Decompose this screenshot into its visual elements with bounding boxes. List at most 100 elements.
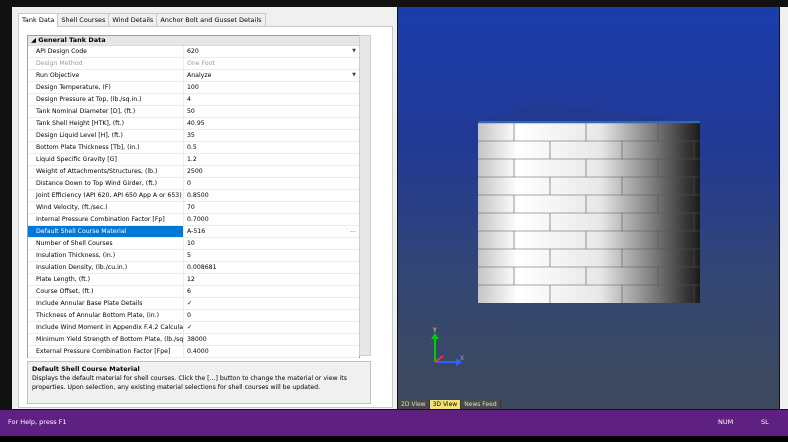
property-value[interactable]: One Foot: [185, 58, 359, 69]
property-value[interactable]: 0: [185, 310, 359, 321]
tab-shell-courses[interactable]: Shell Courses: [57, 13, 110, 26]
property-row[interactable]: Tank Nominal Diameter [D], (ft.) 50: [28, 106, 359, 118]
tab-anchor-bolt-and-gusset-details[interactable]: Anchor Bolt and Gusset Details: [156, 13, 266, 26]
property-value-text: 0.8500: [187, 192, 209, 199]
property-value[interactable]: ✓: [185, 322, 359, 333]
property-value-text: 100: [187, 84, 199, 91]
property-name: Bottom Plate Thickness [Tb], (in.): [28, 142, 184, 153]
property-row[interactable]: Course Offset, (ft.) 6: [28, 286, 359, 298]
property-row[interactable]: Bottom Plate Thickness [Tb], (in.) 0.5: [28, 142, 359, 154]
app-window: Tank Data Shell Courses Wind Details Anchor…: [0, 0, 788, 442]
property-value[interactable]: 0.4000: [185, 346, 359, 357]
property-grid-scrollbar[interactable]: [359, 35, 371, 356]
property-value[interactable]: 1.2: [185, 154, 359, 165]
property-value-text: One Foot: [187, 60, 215, 67]
property-row[interactable]: Distance Down to Top Wind Girder, (ft.) 0: [28, 178, 359, 190]
property-value[interactable]: 0.8500: [185, 190, 359, 201]
property-row[interactable]: Weight of Attachments/Structures, (lb.) 2…: [28, 166, 359, 178]
property-value[interactable]: ✓: [185, 298, 359, 309]
property-row[interactable]: Wind Velocity, (ft./sec.) 70: [28, 202, 359, 214]
property-value-text: 70: [187, 204, 195, 211]
tank-3d-model: Y X: [431, 103, 700, 366]
y-axis-label: Y: [432, 327, 437, 334]
property-value[interactable]: 35: [185, 130, 359, 141]
property-value-text: 1.2: [187, 156, 197, 163]
property-value-text: 35: [187, 132, 195, 139]
property-value[interactable]: 40.95: [185, 118, 359, 129]
property-name: Insulation Thickness, (in.): [28, 250, 184, 261]
property-value[interactable]: 70: [185, 202, 359, 213]
property-name: Joint Efficiency (API 620, API 650 App A…: [28, 190, 184, 201]
property-row[interactable]: Insulation Thickness, (in.) 5: [28, 250, 359, 262]
axis-triad: Y X: [431, 327, 464, 366]
property-value[interactable]: 12: [185, 274, 359, 285]
property-value[interactable]: 0: [185, 178, 359, 189]
view-tab-news-feed[interactable]: News Feed: [461, 400, 501, 409]
property-value-text: 620: [187, 48, 199, 55]
property-name: Run Objective: [28, 70, 184, 81]
property-value[interactable]: 5: [185, 250, 359, 261]
bottom-edge: [0, 436, 788, 442]
property-value-text: 40.95: [187, 120, 205, 127]
property-row[interactable]: Design Method One Foot: [28, 58, 359, 70]
property-value[interactable]: 2500: [185, 166, 359, 177]
property-row[interactable]: Internal Pressure Combination Factor [Fp…: [28, 214, 359, 226]
collapse-triangle-icon[interactable]: ◢: [31, 36, 36, 44]
property-row[interactable]: API Design Code 620 ▼: [28, 46, 359, 58]
property-value[interactable]: A-516...: [185, 226, 359, 237]
category-header[interactable]: ◢ General Tank Data: [28, 36, 359, 46]
property-name: Wind Velocity, (ft./sec.): [28, 202, 184, 213]
property-name: Design Liquid Level [H], (ft.): [28, 130, 184, 141]
property-row[interactable]: Include Annular Base Plate Details ✓: [28, 298, 359, 310]
property-value[interactable]: 620 ▼: [185, 46, 359, 57]
property-row[interactable]: Liquid Specific Gravity [G] 1.2: [28, 154, 359, 166]
property-value[interactable]: 38000: [185, 334, 359, 345]
view-tab-3d-view[interactable]: 3D View: [429, 400, 462, 409]
property-value-text: 4: [187, 96, 191, 103]
view-tab-2d-view[interactable]: 2D View: [398, 400, 430, 409]
property-row[interactable]: Run Objective Analyze ▼: [28, 70, 359, 82]
status-bar: For Help, press F1 NUM SL: [0, 410, 788, 436]
property-value[interactable]: 0.008681: [185, 262, 359, 273]
property-name: Include Annular Base Plate Details: [28, 298, 184, 309]
property-value-text: 2500: [187, 168, 203, 175]
property-row[interactable]: Design Pressure at Top, (lb./sq.in.) 4: [28, 94, 359, 106]
property-row[interactable]: Thickness of Annular Bottom Plate, (in.)…: [28, 310, 359, 322]
property-value-text: 10: [187, 240, 195, 247]
dropdown-arrow-icon[interactable]: ▼: [352, 46, 356, 57]
property-value[interactable]: Analyze ▼: [185, 70, 359, 81]
property-grid[interactable]: ◢ General Tank Data API Design Code 620 ▼ D…: [27, 35, 360, 358]
property-name: Plate Length, (ft.): [28, 274, 184, 285]
property-row[interactable]: Tank Shell Height [HTK], (ft.) 40.95: [28, 118, 359, 130]
property-value[interactable]: 10: [185, 238, 359, 249]
property-value[interactable]: 0.5: [185, 142, 359, 153]
tank-data-panel: Tank Data Shell Courses Wind Details Anchor…: [12, 7, 397, 409]
property-name: Design Method: [28, 58, 184, 69]
property-row[interactable]: Design Temperature, (F) 100: [28, 82, 359, 94]
property-value[interactable]: 0.7000: [185, 214, 359, 225]
property-row[interactable]: External Pressure Combination Factor [Fp…: [28, 346, 359, 358]
3d-viewport[interactable]: Y X: [398, 7, 779, 409]
property-row[interactable]: Number of Shell Courses 10: [28, 238, 359, 250]
property-name: Insulation Density, (lb./cu.in.): [28, 262, 184, 273]
tab-tank-data[interactable]: Tank Data: [18, 13, 59, 27]
property-value[interactable]: 50: [185, 106, 359, 117]
property-row[interactable]: Plate Length, (ft.) 12: [28, 274, 359, 286]
property-value-text: 0.4000: [187, 348, 209, 355]
property-row[interactable]: Default Shell Course Material A-516...: [28, 226, 359, 238]
property-row[interactable]: Include Wind Moment in Appendix F.4.2 Ca…: [28, 322, 359, 334]
ellipsis-button[interactable]: ...: [350, 226, 356, 236]
property-value[interactable]: 4: [185, 94, 359, 105]
property-row[interactable]: Joint Efficiency (API 620, API 650 App A…: [28, 190, 359, 202]
property-value-text: 0.7000: [187, 216, 209, 223]
property-value[interactable]: 6: [185, 286, 359, 297]
dropdown-arrow-icon[interactable]: ▼: [352, 70, 356, 81]
property-value[interactable]: 100: [185, 82, 359, 93]
property-row[interactable]: Design Liquid Level [H], (ft.) 35: [28, 130, 359, 142]
property-value-text: A-516: [187, 228, 206, 235]
property-name: External Pressure Combination Factor [Fp…: [28, 346, 184, 357]
property-row[interactable]: Insulation Density, (lb./cu.in.) 0.008681: [28, 262, 359, 274]
tab-wind-details[interactable]: Wind Details: [108, 13, 158, 26]
property-row[interactable]: Minimum Yield Strength of Bottom Plate, …: [28, 334, 359, 346]
property-name: Minimum Yield Strength of Bottom Plate, …: [28, 334, 184, 345]
